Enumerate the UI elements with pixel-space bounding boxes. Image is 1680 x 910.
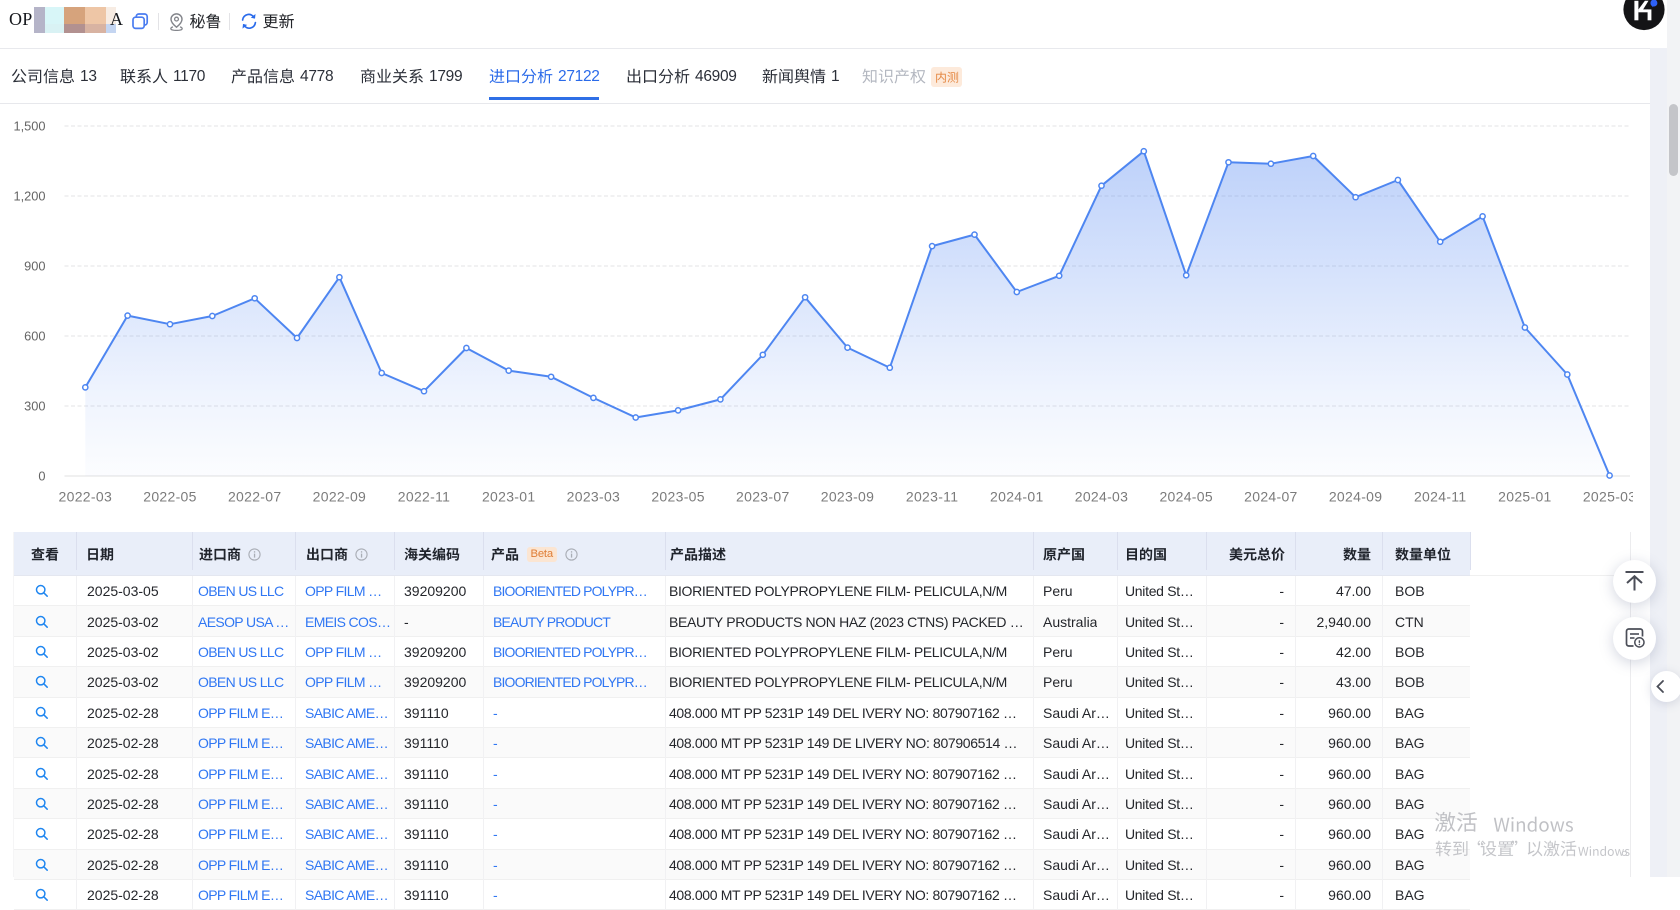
svg-text:1,500: 1,500 [13, 118, 45, 133]
svg-text:1,200: 1,200 [13, 188, 45, 203]
svg-text:2022-11: 2022-11 [398, 489, 450, 505]
svg-text:2024-03: 2024-03 [1075, 489, 1128, 505]
svg-text:2024-05: 2024-05 [1159, 489, 1212, 505]
svg-text:2023-09: 2023-09 [821, 489, 874, 505]
svg-text:2025-03: 2025-03 [1583, 489, 1633, 505]
svg-text:0: 0 [38, 468, 45, 483]
svg-text:2022-03: 2022-03 [59, 489, 112, 505]
svg-text:300: 300 [24, 398, 45, 413]
svg-text:2024-09: 2024-09 [1329, 489, 1382, 505]
svg-text:2023-07: 2023-07 [736, 489, 789, 505]
svg-text:2023-05: 2023-05 [651, 489, 704, 505]
svg-text:2024-07: 2024-07 [1244, 489, 1297, 505]
svg-text:2024-11: 2024-11 [1414, 489, 1466, 505]
svg-text:2025-01: 2025-01 [1498, 489, 1551, 505]
svg-text:2023-11: 2023-11 [906, 489, 958, 505]
svg-text:2022-07: 2022-07 [228, 489, 281, 505]
svg-text:2022-09: 2022-09 [313, 489, 366, 505]
svg-text:2023-03: 2023-03 [567, 489, 620, 505]
svg-text:900: 900 [24, 258, 45, 273]
svg-text:600: 600 [24, 328, 45, 343]
svg-text:2023-01: 2023-01 [482, 489, 535, 505]
svg-text:2024-01: 2024-01 [990, 489, 1043, 505]
svg-text:2022-05: 2022-05 [143, 489, 196, 505]
